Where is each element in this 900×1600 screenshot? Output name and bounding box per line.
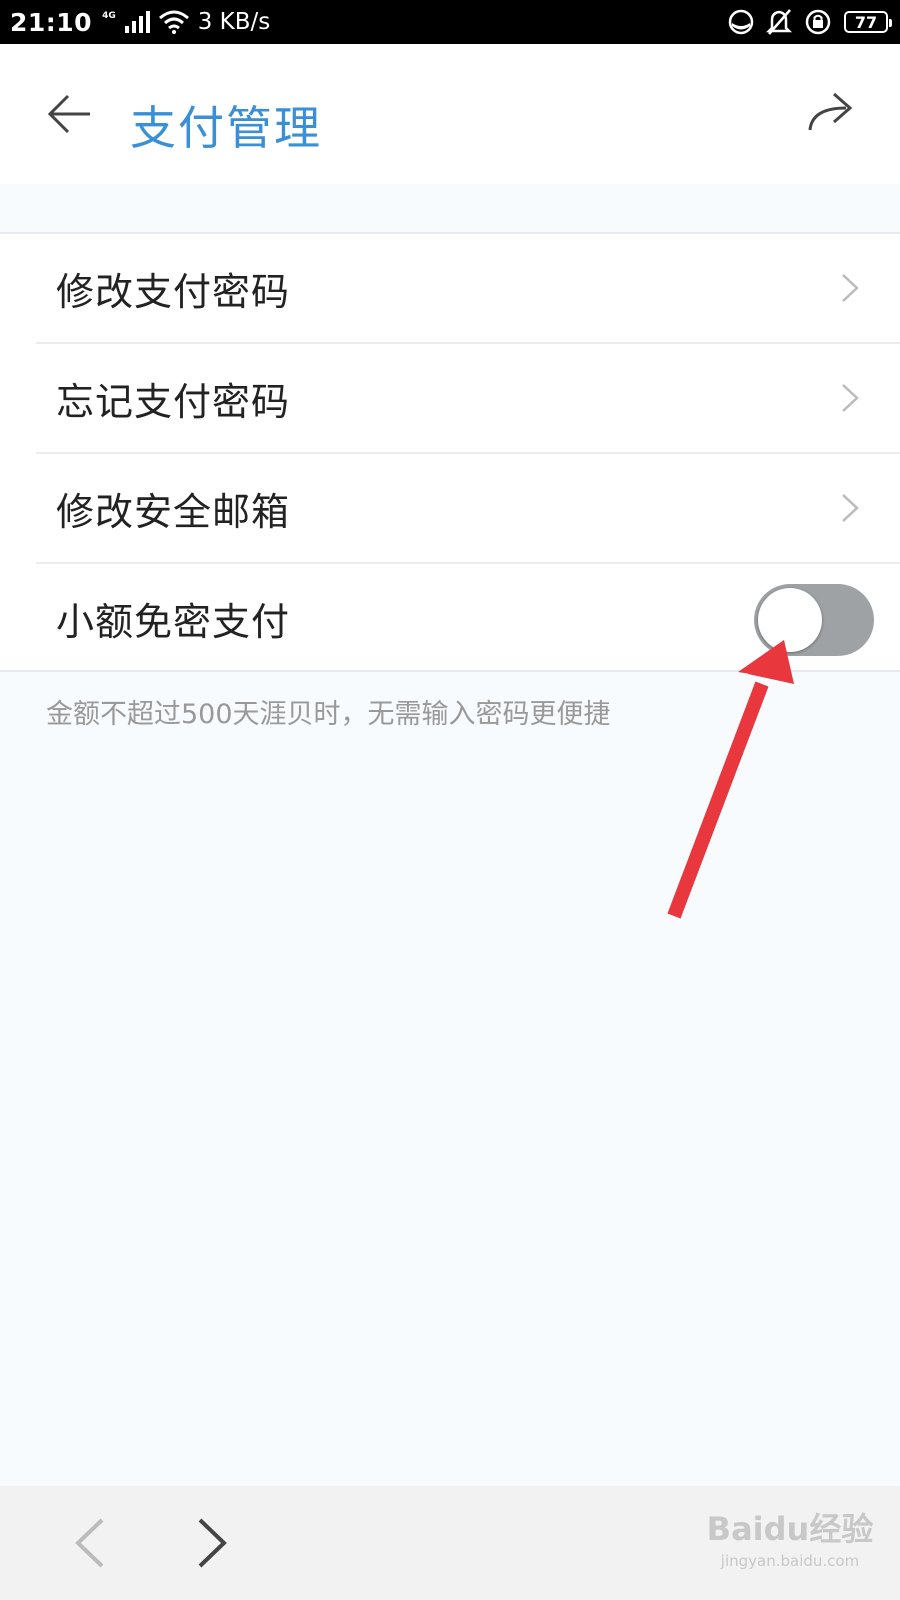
settings-item-label: 修改支付密码 <box>56 269 291 314</box>
arrow-left-icon[interactable] <box>44 92 94 136</box>
sync-icon <box>728 9 754 35</box>
settings-list: 修改支付密码 忘记支付密码 修改安全邮箱 小额免密支付 <box>0 232 900 672</box>
settings-item-change-security-email[interactable]: 修改安全邮箱 <box>36 454 900 564</box>
app-header: 支付管理 <box>0 44 900 184</box>
status-bar: 21:10 4G 3 KB/s 77 <box>0 0 900 44</box>
signal-icon <box>124 11 150 33</box>
settings-item-label: 修改安全邮箱 <box>56 489 291 534</box>
nav-back-chevron-icon[interactable] <box>72 1516 106 1570</box>
battery-level: 77 <box>854 12 878 32</box>
status-bar-right: 77 <box>728 8 892 36</box>
chevron-right-icon <box>842 494 859 522</box>
settings-item-label: 忘记支付密码 <box>56 379 291 424</box>
annotation-arrow-icon <box>667 640 794 919</box>
share-icon[interactable] <box>806 88 856 134</box>
page-title: 支付管理 <box>130 101 322 155</box>
nav-forward-chevron-icon[interactable] <box>196 1516 230 1570</box>
settings-item-change-pay-password[interactable]: 修改支付密码 <box>36 234 900 344</box>
rotation-lock-icon <box>805 9 831 35</box>
password-free-hint: 金额不超过500天涯贝时，无需输入密码更便捷 <box>46 699 611 730</box>
settings-item-forgot-pay-password[interactable]: 忘记支付密码 <box>36 344 900 454</box>
network-type: 4G <box>102 11 116 21</box>
status-bar-left: 21:10 4G 3 KB/s <box>10 8 270 37</box>
watermark-text: Baidu经验 <box>706 1510 874 1548</box>
bottom-nav-bar: Baidu经验 jingyan.baidu.com <box>0 1486 900 1600</box>
watermark-url: jingyan.baidu.com <box>720 1552 860 1570</box>
bell-muted-icon <box>766 9 792 35</box>
chevron-right-icon <box>842 274 859 302</box>
baidu-watermark: Baidu经验 jingyan.baidu.com <box>690 1504 890 1584</box>
network-speed: 3 KB/s <box>197 9 271 35</box>
chevron-right-icon <box>842 384 859 412</box>
settings-item-label: 小额免密支付 <box>56 599 291 644</box>
battery-icon: 77 <box>844 11 892 33</box>
status-time: 21:10 <box>10 7 93 37</box>
wifi-icon <box>158 10 189 34</box>
